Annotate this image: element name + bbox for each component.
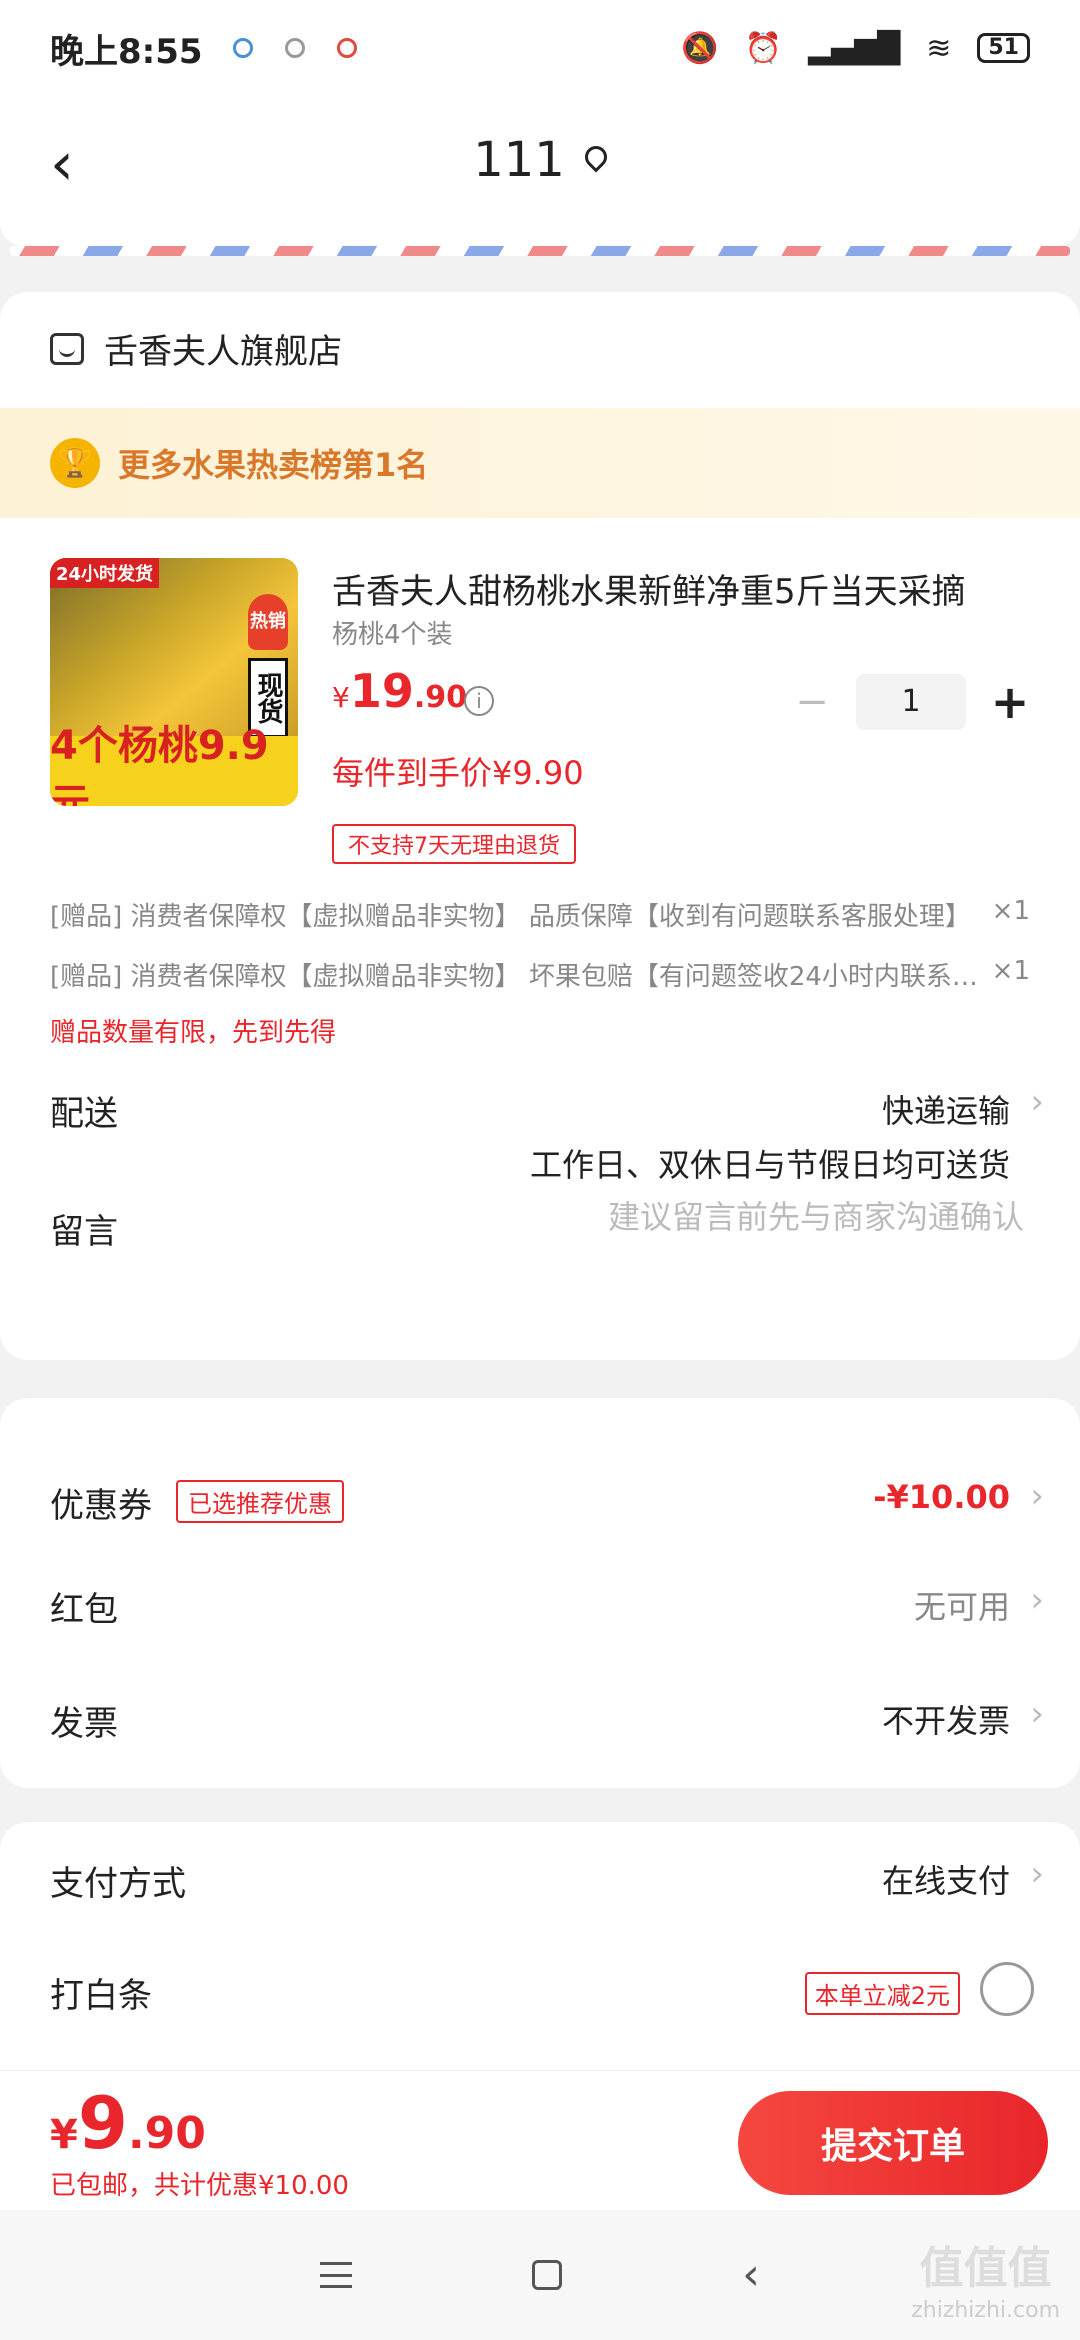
thumb-hot-tag: 热销 — [248, 594, 288, 650]
no-return-badge: 不支持7天无理由退货 — [332, 824, 576, 864]
product-spec: 杨桃4个装 — [332, 620, 453, 650]
total-summary: 已包邮，共计优惠¥10.00 — [50, 2171, 349, 2201]
redpacket-value[interactable]: 无可用 — [914, 1582, 1010, 1628]
mute-icon: 🔕 — [681, 30, 719, 66]
checkout-bar: ¥9.90 已包邮，共计优惠¥10.00 提交订单 — [0, 2070, 1080, 2210]
store-name: 舌香夫人旗舰店 — [104, 332, 342, 372]
payment-method-value[interactable]: 在线支付 — [882, 1856, 1010, 1902]
status-right: 🔕 ⏰ ▂▄▆█ ≋ 51 — [681, 31, 1030, 66]
thumb-ship-tag: 24小时发货 — [50, 558, 160, 588]
coupon-value[interactable]: -¥10.00 — [873, 1478, 1010, 1516]
delivery-value[interactable]: 快递运输 — [882, 1086, 1010, 1132]
unit-price: 每件到手价¥9.90 — [332, 754, 584, 792]
total-decimal: .90 — [127, 2108, 206, 2159]
address-text: 111 — [473, 132, 565, 188]
notification-icons — [232, 38, 357, 58]
app-notification-icon — [336, 38, 357, 58]
coupon-badge: 已选推荐优惠 — [176, 1480, 344, 1523]
delivery-label: 配送 — [50, 1094, 118, 1134]
gift-count: ×1 — [991, 956, 1030, 986]
store-row[interactable]: 舌香夫人旗舰店 — [50, 324, 342, 373]
baitiao-radio[interactable] — [980, 1962, 1034, 2016]
order-item-card: 舌香夫人旗舰店 🏆 更多水果热卖榜第1名 24小时发货 热销 现货 4个杨桃9.… — [0, 292, 1080, 1360]
rank-text: 更多水果热卖榜第1名 — [118, 446, 429, 484]
invoice-value[interactable]: 不开发票 — [882, 1696, 1010, 1742]
quantity-value[interactable]: 1 — [856, 674, 966, 730]
price-decimal: .90 — [413, 680, 467, 715]
discount-card: 优惠券 已选推荐优惠 -¥10.00 › 红包 无可用 › 发票 不开发票 › — [0, 1398, 1080, 1788]
quantity-stepper: − 1 + — [792, 674, 1030, 730]
wifi-icon: ≋ — [926, 30, 952, 66]
address-header: ‹ 111 — [0, 96, 1080, 246]
product-thumbnail[interactable]: 24小时发货 热销 现货 4个杨桃9.9元 — [50, 558, 298, 806]
message-input[interactable] — [464, 1198, 1024, 1236]
location-pin-icon — [580, 141, 612, 173]
gift-text: [赠品] 消费者保障权【虚拟赠品非实物】 品质保障【收到有问题联系客服处理】 — [50, 902, 971, 932]
status-bar: 晚上8:55 🔕 ⏰ ▂▄▆█ ≋ 51 — [0, 0, 1080, 96]
battery-icon: 51 — [977, 33, 1030, 63]
product-price: ¥19.90 — [332, 664, 467, 718]
baitiao-label: 打白条 — [50, 1976, 152, 2016]
signal-icon: ▂▄▆█ — [807, 30, 901, 66]
price-integer: 19 — [349, 664, 414, 718]
airmail-border — [10, 246, 1070, 256]
rank-banner[interactable]: 🏆 更多水果热卖榜第1名 — [0, 408, 1080, 518]
increase-button[interactable]: + — [990, 675, 1030, 729]
total-price: ¥9.90 — [50, 2081, 206, 2165]
chevron-right-icon[interactable]: › — [1030, 1854, 1044, 1894]
menu-icon[interactable] — [320, 2262, 353, 2288]
gift-row: [赠品] 消费者保障权【虚拟赠品非实物】 坏果包赔【有问题签收24小时内联系客服… — [50, 956, 1030, 993]
status-time: 晚上8:55 — [50, 31, 203, 72]
app-notification-icon — [284, 38, 305, 58]
trophy-icon: 🏆 — [50, 438, 100, 488]
total-integer: 9 — [77, 2081, 128, 2165]
message-label: 留言 — [50, 1212, 118, 1252]
watermark: 值值值 zhizhizhi.com — [911, 2240, 1060, 2326]
submit-order-button[interactable]: 提交订单 — [738, 2091, 1048, 2195]
chevron-right-icon[interactable]: › — [1030, 1580, 1044, 1620]
product-title[interactable]: 舌香夫人甜杨桃水果新鲜净重5斤当天采摘 — [332, 564, 1012, 613]
chevron-right-icon[interactable]: › — [1030, 1694, 1044, 1734]
chevron-right-icon[interactable]: › — [1030, 1476, 1044, 1516]
gift-row: [赠品] 消费者保障权【虚拟赠品非实物】 品质保障【收到有问题联系客服处理】 ×… — [50, 896, 1030, 933]
coupon-label: 优惠券 — [50, 1486, 152, 1526]
payment-method-label: 支付方式 — [50, 1864, 186, 1904]
baitiao-promo-badge: 本单立减2元 — [804, 1972, 960, 2015]
invoice-label: 发票 — [50, 1704, 118, 1744]
home-icon[interactable] — [532, 2260, 563, 2290]
delivery-note: 工作日、双休日与节假日均可送货 — [529, 1146, 1010, 1184]
gift-text: [赠品] 消费者保障权【虚拟赠品非实物】 坏果包赔【有问题签收24小时内联系客服… — [50, 962, 986, 992]
price-symbol: ¥ — [332, 681, 350, 714]
chevron-right-icon[interactable]: › — [1030, 1082, 1044, 1122]
alarm-icon: ⏰ — [744, 30, 782, 66]
redpacket-label: 红包 — [50, 1590, 118, 1630]
total-symbol: ¥ — [50, 2112, 78, 2158]
thumb-price-tag: 4个杨桃9.9元 — [50, 723, 298, 806]
watermark-site: zhizhizhi.com — [911, 2298, 1060, 2324]
info-icon[interactable]: i — [464, 686, 494, 716]
watermark-brand: 值值值 — [919, 2243, 1052, 2294]
gift-count: ×1 — [991, 896, 1030, 926]
back-icon[interactable]: ‹ — [742, 2253, 760, 2297]
address-selector[interactable]: 111 — [0, 132, 1080, 188]
store-icon — [50, 332, 84, 365]
app-notification-icon — [232, 38, 253, 58]
decrease-button[interactable]: − — [792, 679, 832, 725]
gift-note: 赠品数量有限，先到先得 — [50, 1018, 337, 1048]
